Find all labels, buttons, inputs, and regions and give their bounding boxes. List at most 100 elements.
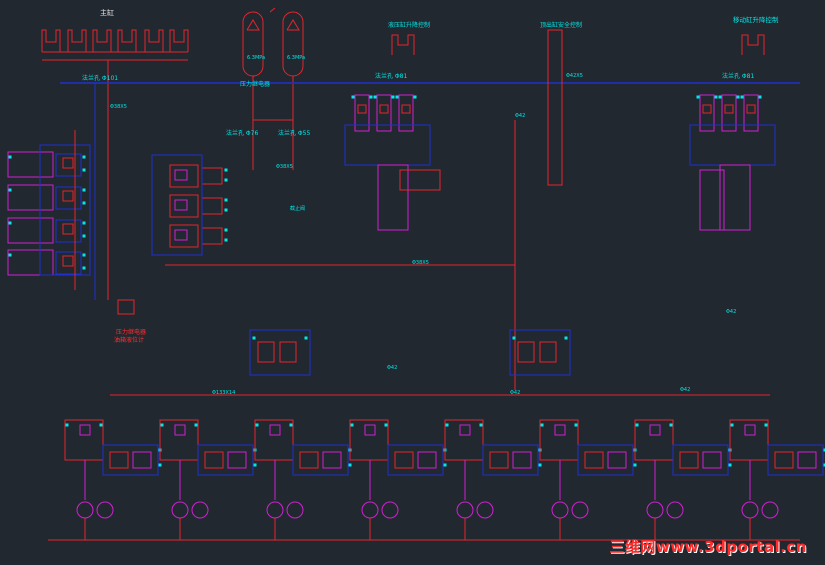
terminal [82,155,86,159]
accumulator [282,11,304,77]
valve-block [7,151,54,178]
valve-block [169,164,199,188]
label-valve-unit-3: 移动缸升降控制 [733,16,779,24]
terminal [82,168,86,172]
pump-motor [456,501,474,519]
terminal [99,423,103,427]
pump-valve-core [649,424,661,436]
main-cylinder [41,29,61,52]
center-module-valve [279,341,297,363]
pump-valve-small [702,451,722,469]
label-relief-1: 压力继电器 [116,329,147,336]
pump-valve-small [299,451,319,469]
center-module-valve [539,341,557,363]
label-flange-3: 法兰孔 Φ55 [278,130,311,137]
pump-valve-block [349,419,389,461]
terminal [224,198,228,202]
terminal [540,423,544,427]
terminal [350,423,354,427]
terminal [730,423,734,427]
pump-valve-block [444,419,484,461]
pump-valve-frame [387,444,444,476]
valve-core [174,199,188,211]
pump-valve-small [394,451,414,469]
terminal [443,463,447,467]
terminal [82,221,86,225]
pump-valve-core [744,424,756,436]
terminal [445,423,449,427]
label-pipe-center: Φ42 [387,365,398,371]
pump-valve-block [539,419,579,461]
pump-valve-small [512,451,532,469]
pump-motor [171,501,189,519]
terminal [736,95,740,99]
label-valve-unit-2: 顶出缸安全控制 [540,22,583,29]
pump-valve-frame [482,444,539,476]
terminal [564,336,568,340]
valve-core [746,104,756,114]
label-pressure-relay: 压力继电器 [240,81,271,88]
ejector-line [547,29,563,186]
pump-valve-frame [197,444,254,476]
pump-valve-core [269,424,281,436]
terminal [351,95,355,99]
pump-motor [571,501,589,519]
pump-valve-frame [292,444,349,476]
terminal [728,463,732,467]
terminal [395,95,399,99]
terminal [194,423,198,427]
pump-motor [191,501,209,519]
main-cylinder [117,29,137,52]
pump-valve-core [459,424,471,436]
terminal [160,423,164,427]
pump-valve-block [634,419,674,461]
valve-block [169,194,199,218]
pump-motor [741,501,759,519]
label-relief-2: 油箱液位计 [114,337,145,344]
valve-core [174,169,188,181]
valve-core [379,104,389,114]
terminal [373,95,377,99]
pump-valve-small [132,451,152,469]
terminal [391,95,395,99]
pump-valve-core [174,424,186,436]
valve-core [62,255,74,267]
main-cylinder [92,29,112,52]
terminal [289,423,293,427]
pump-valve-small [679,451,699,469]
valve-core [62,157,74,169]
label-pipe-long: Φ38X5 [412,260,429,266]
terminal [348,463,352,467]
center-module-valve [257,341,275,363]
terminal [252,336,256,340]
pump-valve-small [584,451,604,469]
label-flange-1: 法兰孔 Φ101 [82,75,119,82]
label-pipe-bottom-3: Φ42 [680,387,691,393]
pump-valve-core [364,424,376,436]
valve-core [401,104,411,114]
terminal [696,95,700,99]
pump-valve-small [774,451,794,469]
pump-valve-frame [672,444,729,476]
valve-stack [377,164,409,231]
pump-valve-block [729,419,769,461]
terminal [82,188,86,192]
terminal [758,95,762,99]
terminal [224,208,228,212]
pump-motor [76,501,94,519]
pump-motor [96,501,114,519]
pump-motor [551,501,569,519]
pump-motor [286,501,304,519]
pump-motor [381,501,399,519]
label-accumulator-1: 6.3MPa [247,55,266,61]
pump-valve-block [64,419,104,461]
valve-block [7,184,54,211]
pump-motor [761,501,779,519]
valve-core [357,104,367,114]
pump-valve-small [417,451,437,469]
valve-block-blue [55,153,82,177]
pump-valve-core [79,424,91,436]
main-cylinder [144,29,164,52]
terminal [8,188,12,192]
terminal [633,463,637,467]
